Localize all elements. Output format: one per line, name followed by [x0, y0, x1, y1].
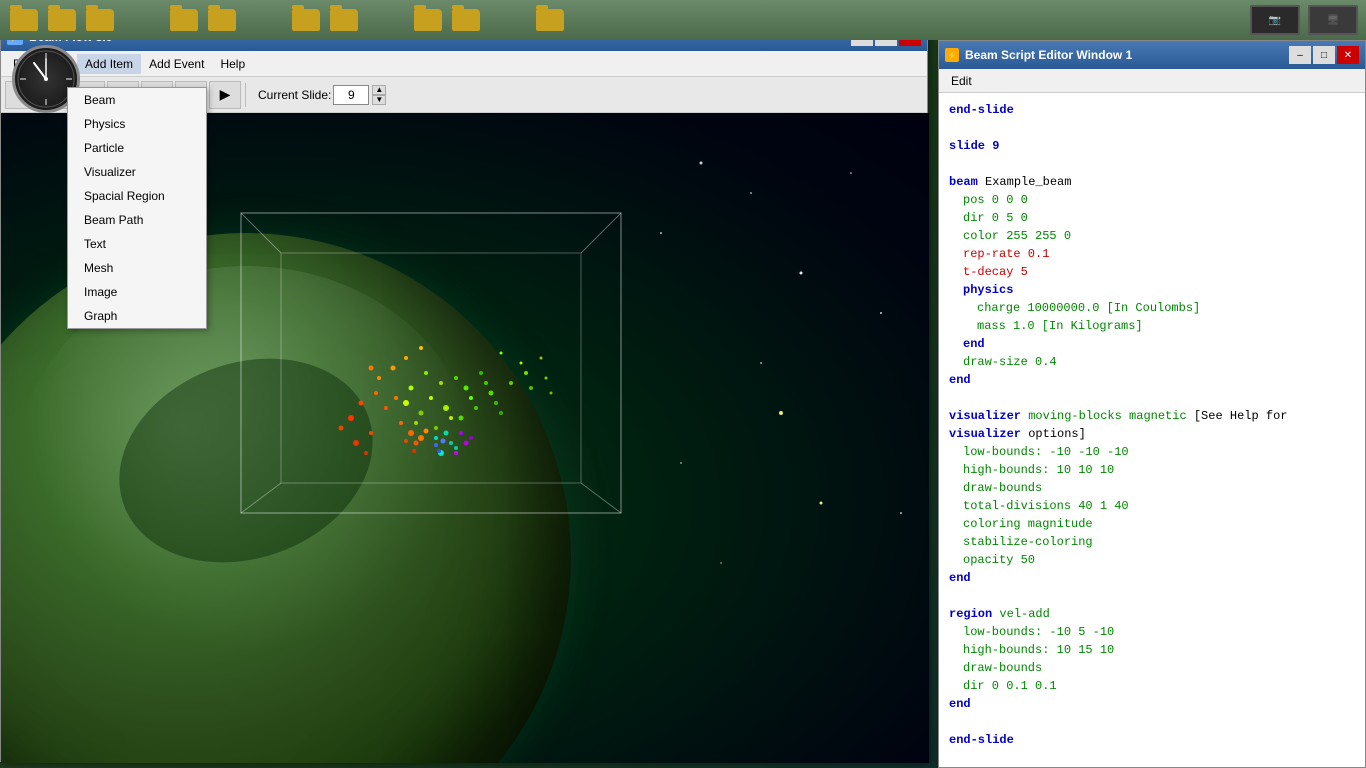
current-slide-label: Current Slide:: [258, 88, 331, 102]
current-slide-input[interactable]: [333, 85, 369, 105]
toolbar-sep: [245, 83, 246, 107]
script-line: dir 0 0.1 0.1: [963, 677, 1355, 695]
script-line: end-slide: [949, 101, 1355, 119]
menu-help[interactable]: Help: [212, 54, 253, 74]
main-menubar: File Edit Add Item Add Event Help: [1, 51, 927, 77]
script-menubar: Edit: [939, 69, 1365, 93]
right-panel-icon: 📷: [1250, 5, 1300, 35]
taskbar-folder-8[interactable]: [414, 9, 442, 31]
taskbar-folder-5[interactable]: [208, 9, 236, 31]
script-line: [949, 749, 1355, 767]
script-minimize-btn[interactable]: –: [1289, 46, 1311, 64]
script-line: region vel-add: [949, 605, 1355, 623]
script-line: low-bounds: -10 5 -10: [963, 623, 1355, 641]
script-line: dir 0 5 0: [963, 209, 1355, 227]
script-line: [949, 389, 1355, 407]
taskbar-folder-10[interactable]: [536, 9, 564, 31]
script-line: draw-bounds: [963, 479, 1355, 497]
script-line: end: [949, 569, 1355, 587]
script-app-icon: ⚡: [945, 48, 959, 62]
taskbar-folder-4[interactable]: [170, 9, 198, 31]
taskbar-folder-2[interactable]: [48, 9, 76, 31]
script-line: coloring magnitude: [963, 515, 1355, 533]
script-line: end-slide: [949, 731, 1355, 749]
add-item-dropdown: Beam Physics Particle Visualizer Spacial…: [67, 87, 207, 329]
script-line: color 255 255 0: [963, 227, 1355, 245]
script-line: slide 9: [949, 137, 1355, 155]
main-window: ⚡ Beam Flow 3.0 – □ ✕ File Edit Add Item…: [0, 22, 928, 762]
script-line: end: [949, 695, 1355, 713]
script-titlebar: ⚡ Beam Script Editor Window 1 – □ ✕: [939, 41, 1365, 69]
script-line: end: [949, 371, 1355, 389]
script-line: stabilize-coloring: [963, 533, 1355, 551]
menu-add-event[interactable]: Add Event: [141, 54, 212, 74]
toolbar-play-btn[interactable]: ▶: [209, 81, 241, 109]
script-line: [949, 587, 1355, 605]
dropdown-item-physics[interactable]: Physics: [68, 112, 206, 136]
script-line: [949, 155, 1355, 173]
script-line: high-bounds: 10 10 10: [963, 461, 1355, 479]
dropdown-item-spacial-region[interactable]: Spacial Region: [68, 184, 206, 208]
script-line: t-decay 5: [963, 263, 1355, 281]
script-line: pos 0 0 0: [963, 191, 1355, 209]
dropdown-item-beam[interactable]: Beam: [68, 88, 206, 112]
script-line: beam Example_beam: [949, 173, 1355, 191]
taskbar-folder-7[interactable]: [330, 9, 358, 31]
script-close-btn[interactable]: ✕: [1337, 46, 1359, 64]
dropdown-item-text[interactable]: Text: [68, 232, 206, 256]
slide-down-btn[interactable]: ▼: [372, 95, 386, 105]
slide-up-btn[interactable]: ▲: [372, 85, 386, 95]
wireframe-box: [231, 173, 691, 553]
script-window-controls: – □ ✕: [1289, 46, 1359, 64]
taskbar-folder-6[interactable]: [292, 9, 320, 31]
menu-add-item[interactable]: Add Item: [77, 54, 141, 74]
script-line: high-bounds: 10 15 10: [963, 641, 1355, 659]
script-line: mass 1.0 [In Kilograms]: [977, 317, 1355, 335]
taskbar-folder-3[interactable]: [86, 9, 114, 31]
script-line: physics: [963, 281, 1355, 299]
script-line: end: [963, 335, 1355, 353]
script-line: total-divisions 40 1 40: [963, 497, 1355, 515]
taskbar: 📷 🖥: [0, 0, 1366, 40]
script-line: draw-size 0.4: [963, 353, 1355, 371]
taskbar-folder-9[interactable]: [452, 9, 480, 31]
dropdown-item-beam-path[interactable]: Beam Path: [68, 208, 206, 232]
dropdown-item-image[interactable]: Image: [68, 280, 206, 304]
dropdown-item-visualizer[interactable]: Visualizer: [68, 160, 206, 184]
script-maximize-btn[interactable]: □: [1313, 46, 1335, 64]
script-line: rep-rate 0.1: [963, 245, 1355, 263]
script-line: [949, 119, 1355, 137]
slide-spinner: ▲ ▼: [372, 85, 386, 105]
script-line: opacity 50: [963, 551, 1355, 569]
script-line: [949, 713, 1355, 731]
script-content[interactable]: end-slide slide 9 beam Example_beam pos …: [939, 93, 1365, 767]
taskbar-folder-1[interactable]: [10, 9, 38, 31]
dropdown-item-mesh[interactable]: Mesh: [68, 256, 206, 280]
right-panel-icon2: 🖥: [1308, 5, 1358, 35]
script-menu-edit[interactable]: Edit: [943, 71, 980, 91]
script-line: low-bounds: -10 -10 -10: [963, 443, 1355, 461]
script-line: draw-bounds: [963, 659, 1355, 677]
script-line: visualizer moving-blocks magnetic [See H…: [949, 407, 1355, 443]
script-window-title: Beam Script Editor Window 1: [965, 48, 1132, 62]
dropdown-item-particle[interactable]: Particle: [68, 136, 206, 160]
script-line: charge 10000000.0 [In Coulombs]: [977, 299, 1355, 317]
dropdown-item-graph[interactable]: Graph: [68, 304, 206, 328]
script-editor-window: ⚡ Beam Script Editor Window 1 – □ ✕ Edit…: [938, 40, 1366, 768]
